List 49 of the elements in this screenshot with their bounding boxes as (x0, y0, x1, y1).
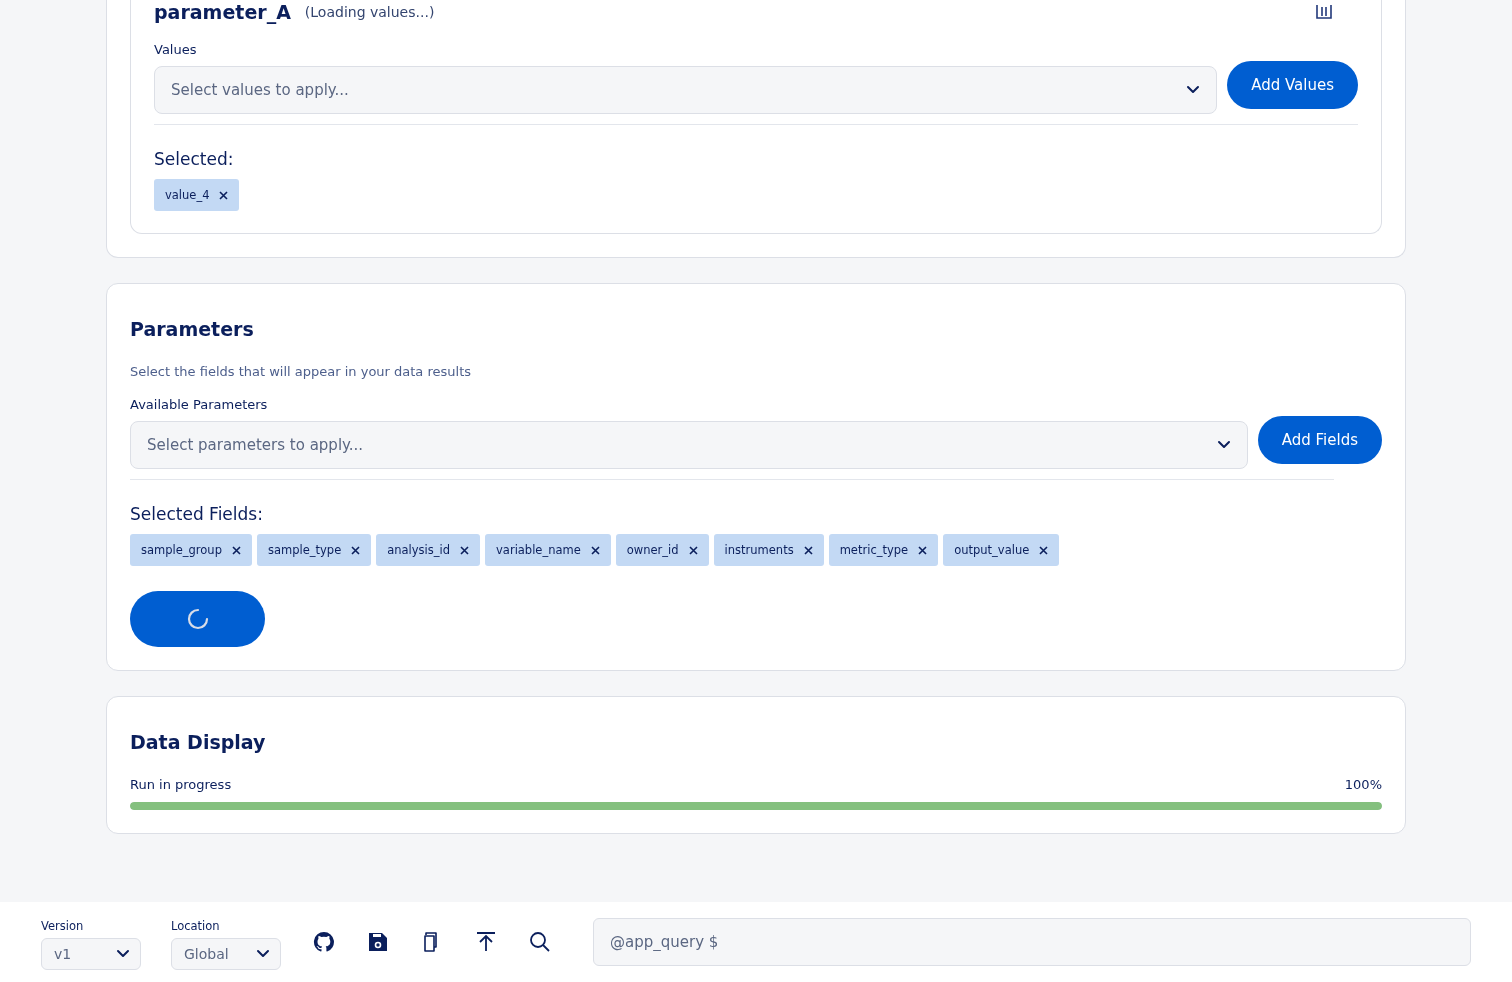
section-title: Data Display (130, 731, 267, 753)
parameters-select[interactable]: Select parameters to apply... (130, 421, 1248, 469)
chip-label: variable_name (496, 543, 581, 557)
section-title: Parameters (130, 318, 255, 340)
chip-label: output_value (954, 543, 1030, 557)
progress-reading: 100% (1344, 777, 1382, 792)
upload-icon[interactable] (475, 931, 497, 953)
chip-label: value_4 (165, 188, 210, 202)
trash-icon[interactable] (1316, 5, 1332, 19)
search-icon[interactable] (529, 931, 551, 953)
chip-label: sample_group (141, 543, 222, 557)
spinner-icon (186, 608, 209, 630)
close-icon[interactable] (219, 190, 229, 200)
chevron-down-icon (1187, 86, 1200, 93)
close-icon[interactable] (1039, 545, 1049, 555)
parameter-title: parameter_A (154, 1, 291, 23)
query-field[interactable]: @app_query $ (593, 918, 1471, 966)
chip-label: instruments (724, 543, 794, 557)
version-label: Version (41, 918, 85, 933)
add-values-button[interactable]: Add Values (1227, 61, 1358, 109)
selected-label: Selected: (154, 149, 235, 169)
chevron-down-icon (1217, 441, 1230, 448)
selected-label: Selected Fields: (130, 504, 264, 524)
close-icon[interactable] (590, 545, 600, 555)
add-fields-button[interactable]: Add Fields (1257, 416, 1382, 464)
section-description: Select the fields that will appear in your data results (130, 364, 472, 379)
field-label: Available Parameters (130, 397, 269, 412)
chip-label: analysis_id (387, 543, 451, 557)
close-icon[interactable] (918, 545, 928, 555)
version-select[interactable]: v1 (41, 937, 141, 970)
chevron-down-icon (257, 949, 269, 957)
close-icon[interactable] (460, 545, 470, 555)
field-label: Values (154, 42, 198, 57)
loading-status: (Loading values...) (304, 4, 435, 20)
run-button[interactable] (130, 591, 265, 647)
values-select[interactable]: Select values to apply... (154, 66, 1218, 114)
close-icon[interactable] (351, 545, 361, 555)
chip-label: sample_type (267, 543, 342, 557)
cat-logo-icon[interactable] (313, 931, 335, 953)
chip-label: metric_type (839, 543, 909, 557)
close-icon[interactable] (688, 545, 698, 555)
close-icon[interactable] (231, 545, 241, 555)
save-icon[interactable] (367, 931, 389, 953)
location-label: Location (171, 918, 221, 933)
location-select[interactable]: Global (171, 937, 281, 970)
chevron-down-icon (117, 949, 129, 957)
chip-label: owner_id (626, 543, 679, 557)
close-icon[interactable] (803, 545, 813, 555)
progress-label: Run in progress (130, 777, 232, 792)
